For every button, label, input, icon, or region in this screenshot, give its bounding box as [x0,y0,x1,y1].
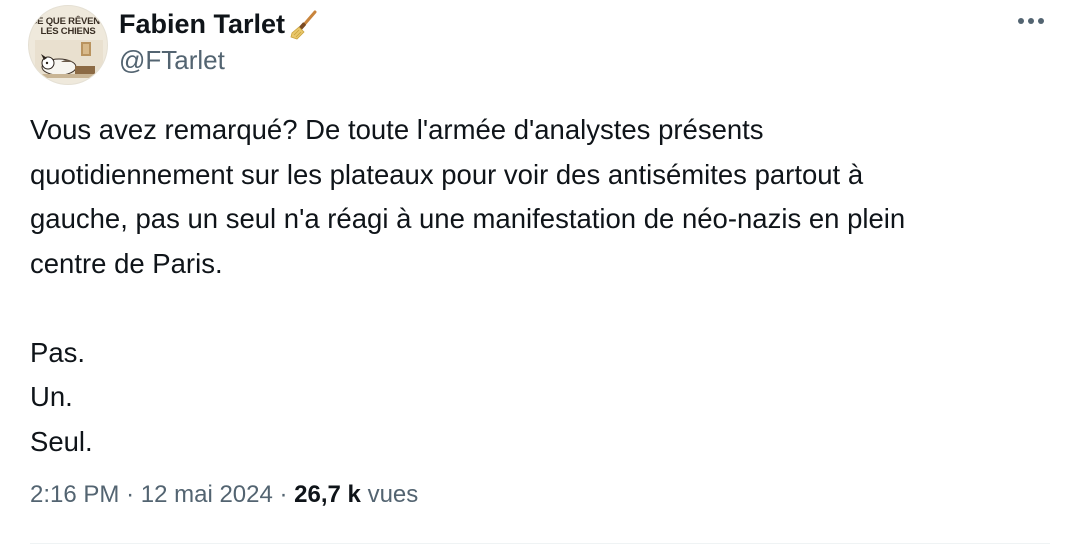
avatar-illustration [35,40,103,78]
tweet-date[interactable]: 12 mai 2024 [141,481,273,508]
views-label: vues [367,481,419,508]
avatar[interactable]: CE QUE RÊVENT LES CHIENS [28,5,108,85]
divider [30,543,1050,544]
meta-separator: · [279,481,288,508]
author-display-name[interactable]: Fabien Tarlet [119,9,285,39]
tweet-meta: 2:16 PM · 12 mai 2024 · 26,7 k vues [30,480,418,510]
tweet-card: CE QUE RÊVENT LES CHIENS Fabien Tarlet @… [0,0,1080,545]
avatar-book-title-line2: LES CHIENS [40,26,96,37]
more-horizontal-icon[interactable] [1014,11,1048,31]
broom-icon [290,10,317,40]
views-count[interactable]: 26,7 k [294,481,361,508]
tweet-text-line: quotidiennement sur les plateaux pour vo… [30,158,864,190]
tweet-time[interactable]: 2:16 PM [30,481,119,508]
tweet-text-line: centre de Paris. [30,247,223,279]
tweet-text-line: Un. [30,381,73,412]
tweet-text-line: gauche, pas un seul n'a réagi à une mani… [30,203,906,234]
tweet-text-line: Vous avez remarqué? De toute l'armée d'a… [30,114,764,145]
tweet-text-blank-line [30,286,1050,331]
tweet-text: Vous avez remarqué? De toute l'armée d'a… [30,108,1050,464]
tweet-text-line: Pas. [30,336,86,368]
meta-separator: · [126,481,135,508]
tweet-text-line: Seul. [30,425,93,457]
author-handle[interactable]: @FTarlet [119,45,225,75]
